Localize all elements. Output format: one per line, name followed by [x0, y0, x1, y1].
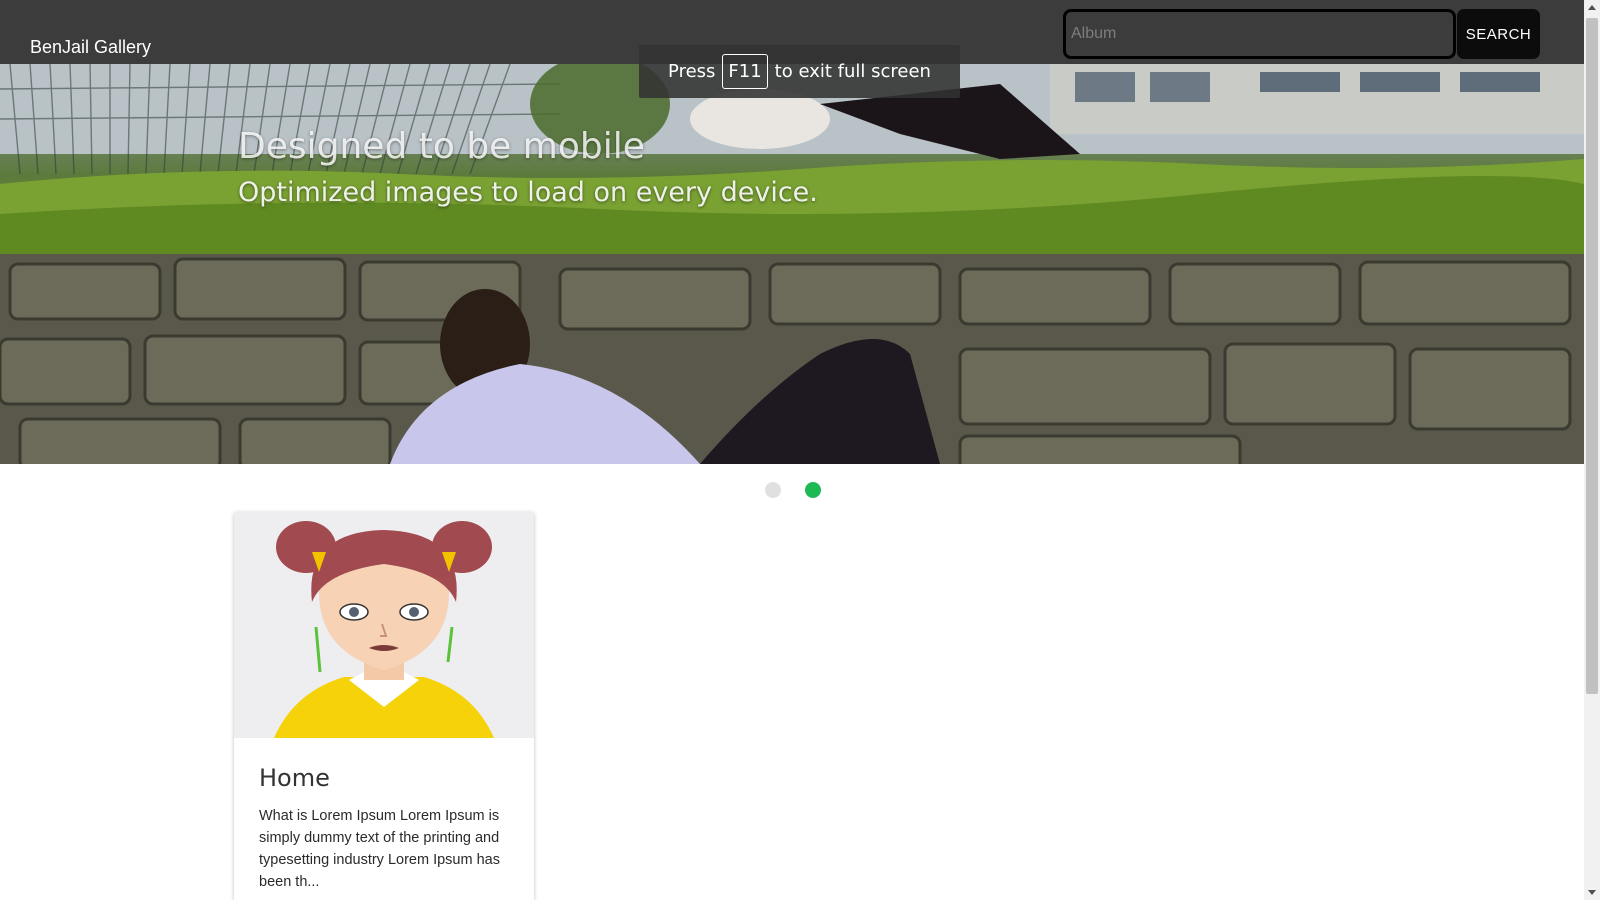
scrollbar-thumb[interactable] — [1586, 18, 1598, 694]
fullscreen-notice: Press F11 to exit full screen — [639, 45, 960, 98]
carousel-indicator-1[interactable] — [765, 482, 781, 498]
vertical-scrollbar[interactable] — [1584, 0, 1600, 900]
carousel-indicator-2-active[interactable] — [805, 482, 821, 498]
scroll-down-arrow-icon[interactable] — [1588, 890, 1596, 895]
hero-photo — [0, 64, 1584, 464]
album-card-title[interactable]: Home — [259, 764, 330, 792]
album-search-input[interactable] — [1063, 9, 1456, 59]
album-card[interactable]: Home What is Lorem Ipsum Lorem Ipsum is … — [234, 512, 534, 900]
album-card-image[interactable] — [234, 512, 534, 738]
fullscreen-key: F11 — [722, 54, 768, 89]
fullscreen-notice-suffix: to exit full screen — [774, 61, 931, 82]
hero-title: Designed to be mobile — [238, 126, 645, 167]
hero-carousel-slide: Designed to be mobile Optimized images t… — [0, 64, 1584, 464]
hero-subtitle: Optimized images to load on every device… — [238, 177, 818, 208]
fullscreen-notice-prefix: Press — [668, 61, 716, 82]
search-button[interactable]: SEARCH — [1457, 9, 1540, 59]
scroll-up-arrow-icon[interactable] — [1588, 5, 1596, 10]
album-card-description: What is Lorem Ipsum Lorem Ipsum is simpl… — [259, 808, 500, 890]
brand-logo[interactable]: BenJail Gallery — [30, 37, 151, 58]
